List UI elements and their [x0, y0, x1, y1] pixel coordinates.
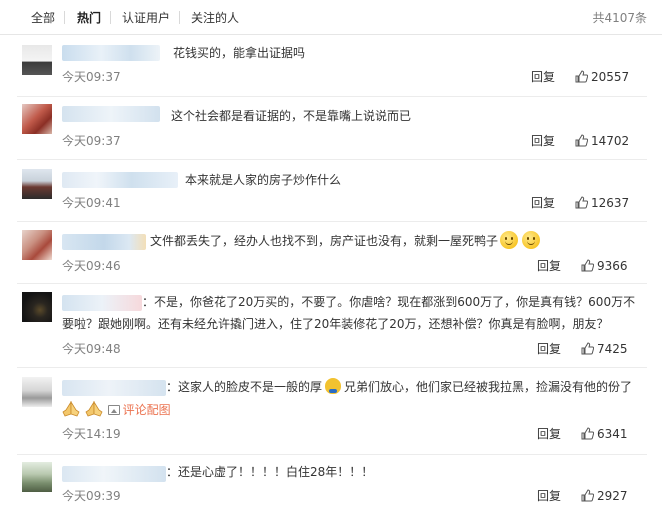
comment-text-content: 兄弟们放心，他们家已经被我拉黑，捡漏没有他的份了 [344, 380, 633, 394]
like-button[interactable]: 7425 [581, 341, 628, 357]
username-blurred[interactable] [62, 466, 166, 482]
avatar[interactable] [22, 462, 52, 492]
avatar[interactable] [22, 377, 52, 407]
avatar[interactable] [22, 169, 52, 199]
image-icon [107, 405, 120, 415]
username-blurred[interactable] [62, 295, 142, 311]
comment-time: 今天09:46 [62, 259, 121, 273]
reply-button[interactable]: 回复 [537, 426, 561, 442]
comment-item: ：这家人的脸皮不是一般的厚 兄弟们放心，他们家已经被我拉黑，捡漏没有他的份了 评论… [0, 368, 662, 455]
thumbs-up-icon [575, 70, 588, 83]
avatar[interactable] [22, 45, 52, 75]
reply-button[interactable]: 回复 [531, 133, 555, 149]
like-button[interactable]: 6341 [581, 426, 628, 442]
praying-hands-icon [85, 401, 103, 417]
comment-text: 文件都丢失了，经办人也找不到，房产证也没有，就剩一屋死鸭子 [150, 230, 632, 252]
like-count: 20557 [591, 70, 630, 84]
comment-text-content: ：这家人的脸皮不是一般的厚 [166, 380, 323, 394]
thumbs-up-icon [575, 196, 588, 209]
avatar[interactable] [22, 292, 52, 322]
comment-item: 这个社会都是看证据的，不是靠嘴上说说而已 今天09:37 回复 14702 [0, 97, 662, 160]
like-count: 2927 [597, 489, 628, 503]
username-blurred[interactable] [62, 45, 160, 61]
comment-total-count: 共4107条 [592, 11, 647, 25]
reply-button[interactable]: 回复 [531, 195, 555, 211]
comment-text: ：还是心虚了！！！！白住28年！！！ [166, 465, 374, 479]
like-count: 9366 [597, 259, 628, 273]
comment-time: 今天09:41 [62, 196, 121, 210]
reply-button[interactable]: 回复 [531, 69, 555, 85]
like-count: 7425 [597, 342, 628, 356]
comment-item: 花钱买的，能拿出证据吗 今天09:37 回复 20557 [0, 36, 662, 97]
comment-time: 今天09:37 [62, 134, 121, 148]
like-count: 12637 [591, 196, 630, 210]
comment-text: ：不是，你爸花了20万买的，不要了。你虐啥？现在都涨到600万了，你是真有钱？6… [142, 295, 636, 309]
like-count: 14702 [591, 134, 630, 148]
reply-button[interactable]: 回复 [537, 341, 561, 357]
avatar[interactable] [22, 104, 52, 134]
thumbs-up-icon [581, 342, 594, 355]
username-blurred[interactable] [62, 106, 160, 122]
comment-text: 这个社会都是看证据的，不是靠嘴上说说而已 [171, 109, 412, 123]
comment-text: ：这家人的脸皮不是一般的厚 兄弟们放心，他们家已经被我拉黑，捡漏没有他的份了 [166, 376, 632, 398]
tab-following[interactable]: 关注的人 [191, 10, 239, 26]
comment-filter-tabs: 全部 热门 认证用户 关注的人 共4107条 [0, 0, 662, 35]
comment-time: 今天14:19 [62, 427, 121, 441]
praying-hands-icon [62, 401, 80, 417]
tab-hot[interactable]: 热门 [77, 10, 101, 26]
comment-time: 今天09:48 [62, 342, 121, 356]
comment-text-content: 文件都丢失了，经办人也找不到，房产证也没有，就剩一屋死鸭子 [150, 234, 499, 248]
thumbs-up-icon [581, 259, 594, 272]
comment-image-link[interactable]: 评论配图 [123, 403, 171, 417]
comment-text: 花钱买的，能拿出证据吗 [173, 46, 306, 60]
comment-item: 文件都丢失了，经办人也找不到，房产证也没有，就剩一屋死鸭子 今天09:46 回复… [0, 222, 662, 284]
comment-text: 本来就是人家的房子炒作什么 [185, 173, 342, 187]
like-button[interactable]: 2927 [581, 488, 628, 504]
tab-divider [110, 11, 111, 24]
username-blurred[interactable] [62, 380, 166, 396]
smile-emoji-icon [522, 231, 541, 249]
reply-button[interactable]: 回复 [537, 488, 561, 504]
tab-all[interactable]: 全部 [31, 10, 55, 26]
tab-verified-users[interactable]: 认证用户 [122, 10, 170, 26]
emoji-icon [325, 378, 342, 394]
like-button[interactable]: 9366 [581, 258, 628, 274]
thumbs-up-icon [575, 134, 588, 147]
username-blurred[interactable] [62, 172, 178, 188]
like-count: 6341 [597, 427, 628, 441]
username-blurred[interactable] [62, 234, 146, 250]
comment-time: 今天09:39 [62, 489, 121, 503]
comment-text: 要啦？跟她刚啊。还有未经允许撬门进入，住了20年装修花了20万，还想补偿？你真是… [62, 317, 609, 331]
reply-button[interactable]: 回复 [537, 258, 561, 274]
like-button[interactable]: 14702 [575, 133, 629, 149]
comment-item: ：不是，你爸花了20万买的，不要了。你虐啥？现在都涨到600万了，你是真有钱？6… [0, 284, 662, 368]
comment-time: 今天09:37 [62, 70, 121, 84]
comment-item: ：还是心虚了！！！！白住28年！！！ 今天09:39 回复 2927 [0, 455, 662, 507]
like-button[interactable]: 20557 [575, 69, 629, 85]
tab-divider [64, 11, 65, 24]
thumbs-up-icon [581, 489, 594, 502]
comment-item: 本来就是人家的房子炒作什么 今天09:41 回复 12637 [0, 160, 662, 222]
thumbs-up-icon [581, 427, 594, 440]
like-button[interactable]: 12637 [575, 195, 629, 211]
avatar[interactable] [22, 230, 52, 260]
comment-attachments: 评论配图 [62, 399, 632, 421]
smile-emoji-icon [500, 231, 519, 249]
tab-divider [179, 11, 180, 24]
